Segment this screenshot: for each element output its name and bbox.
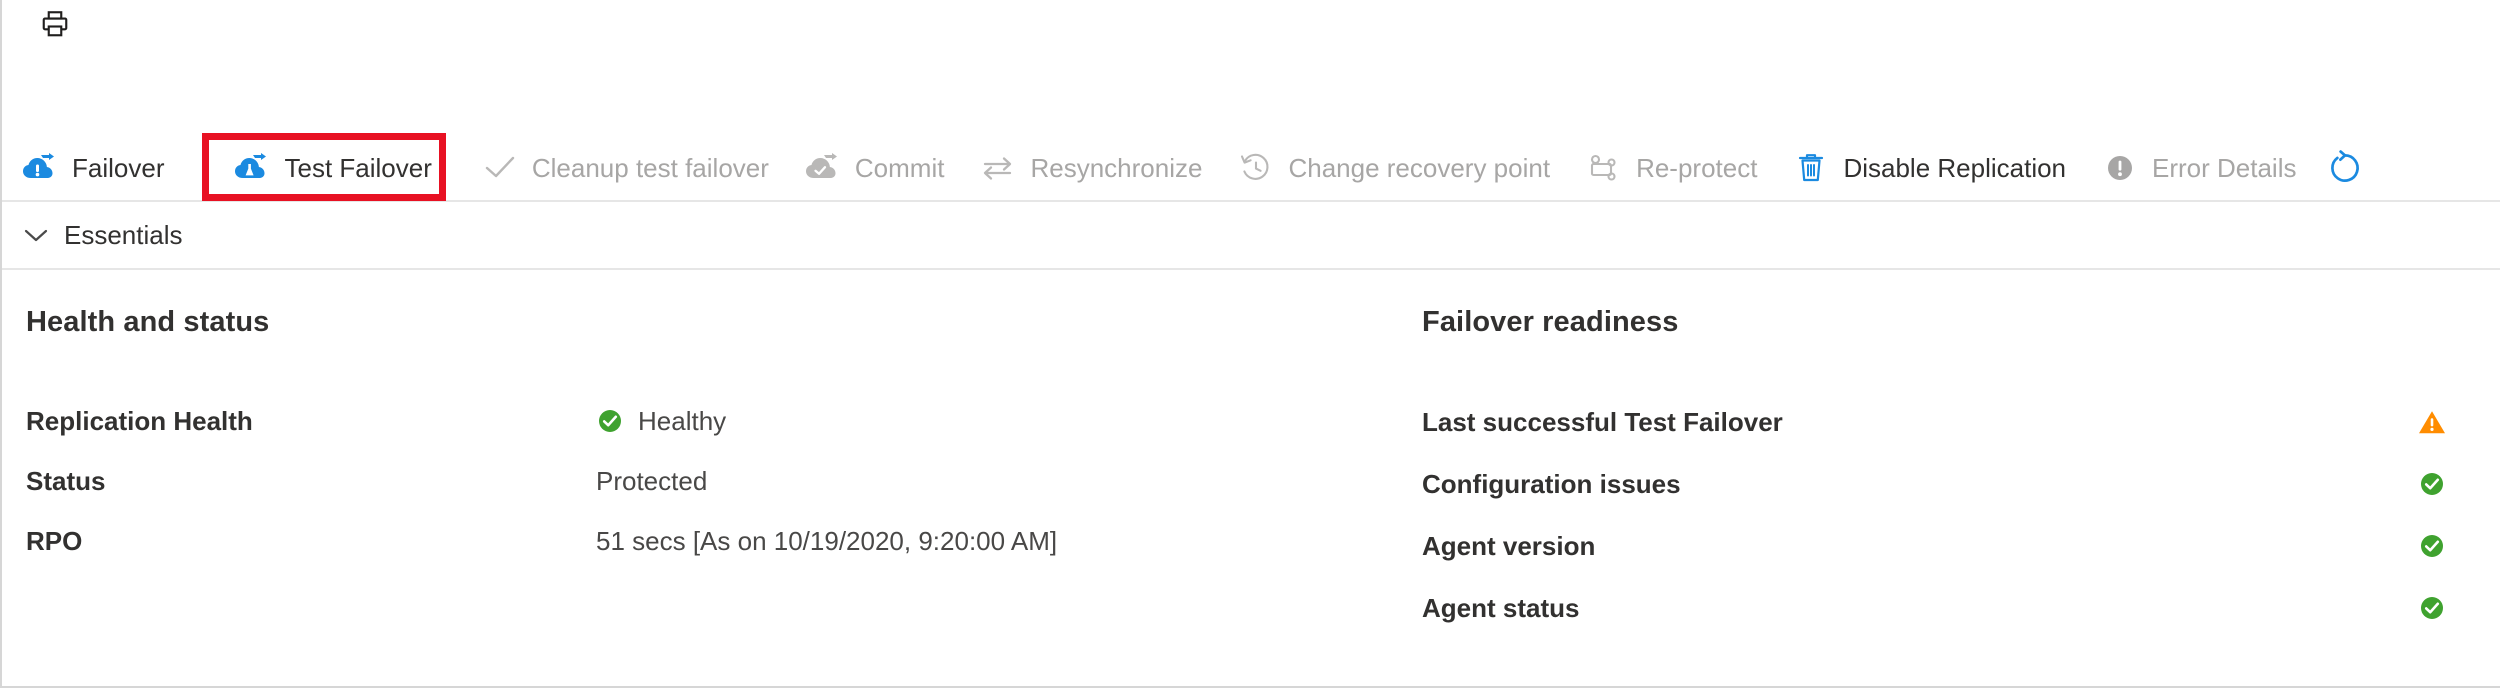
health-and-status-section: Health and status Replication Health Hea… [2, 268, 1422, 686]
essentials-label: Essentials [64, 219, 183, 250]
command-error-details-label: Error Details [2152, 152, 2297, 183]
row-status: Status Protected [26, 451, 1422, 511]
essentials-toggle[interactable]: Essentials [2, 202, 2500, 268]
command-failover-label: Failover [72, 152, 165, 183]
command-resynchronize: Resynchronize [974, 145, 1218, 191]
failover-cloud-icon [20, 150, 60, 186]
command-re-protect: Re-protect [1580, 145, 1773, 191]
command-error-details: Error Details [2096, 145, 2312, 191]
command-change-recovery-point: Change recovery point [1232, 145, 1566, 191]
agent-version-label: Agent version [1422, 530, 1596, 561]
green-check-icon [2412, 470, 2452, 498]
last-successful-test-failover-label: Last successful Test Failover [1422, 406, 1783, 437]
refresh-icon [2330, 150, 2359, 182]
replication-health-value-cell: Healthy [596, 406, 726, 437]
command-re-protect-label: Re-protect [1636, 152, 1758, 183]
resynchronize-arrows-icon [978, 150, 1018, 186]
command-cleanup-test-failover: Cleanup test failover [476, 145, 785, 191]
print-button[interactable] [38, 8, 72, 40]
row-configuration-issues: Configuration issues [1422, 453, 2452, 515]
partial-blue-icon-2: ● [2, 34, 8, 52]
refresh-button[interactable] [2319, 145, 2371, 191]
failover-readiness-title: Failover readiness [1422, 306, 1679, 338]
trash-icon [1791, 150, 1831, 186]
orange-warning-icon [2412, 408, 2452, 436]
commit-cloud-check-icon [803, 150, 843, 186]
azure-site-recovery-panel: ● ● Failover [0, 0, 2500, 688]
rpo-value: 51 secs [As on 10/19/2020, 9:20:00 AM] [596, 525, 1058, 556]
command-disable-replication[interactable]: Disable Replication [1787, 145, 2082, 191]
row-last-successful-test-failover: Last successful Test Failover [1422, 391, 2452, 453]
chevron-down-icon [16, 220, 56, 250]
command-commit: Commit [799, 145, 961, 191]
test-failover-cloud-icon [232, 150, 272, 186]
command-test-failover-label: Test Failover [284, 152, 432, 183]
command-commit-label: Commit [854, 152, 945, 183]
status-key: Status [26, 465, 106, 496]
status-value: Protected [596, 465, 708, 496]
command-cleanup-test-failover-label: Cleanup test failover [531, 152, 769, 183]
history-clock-icon [1236, 150, 1276, 186]
row-rpo: RPO 51 secs [As on 10/19/2020, 9:20:00 A… [26, 511, 1422, 571]
row-replication-health: Replication Health Healthy [26, 391, 1422, 451]
green-check-icon [2412, 594, 2452, 622]
checkmark-icon [480, 150, 520, 186]
print-icon [42, 11, 68, 37]
failover-readiness-section: Failover readiness Last successful Test … [1422, 268, 2500, 686]
green-check-icon [596, 407, 624, 435]
command-bar: Failover Test Failover Cleanup test fail… [2, 138, 2500, 198]
command-failover[interactable]: Failover [16, 145, 180, 191]
command-test-failover[interactable]: Test Failover [228, 145, 447, 191]
status-value-cell: Protected [596, 466, 707, 497]
essentials-content: Health and status Replication Health Hea… [2, 268, 2500, 686]
re-protect-icon [1584, 150, 1624, 186]
top-toolbar: ● ● [2, 0, 2500, 75]
replication-health-value: Healthy [638, 405, 727, 436]
command-change-recovery-point-label: Change recovery point [1288, 152, 1551, 183]
error-circle-icon [2100, 150, 2140, 186]
green-check-icon [2412, 532, 2452, 560]
row-agent-version: Agent version [1422, 515, 2452, 577]
configuration-issues-label: Configuration issues [1422, 468, 1681, 499]
replication-health-key: Replication Health [26, 405, 253, 436]
partial-blue-icon-1: ● [2, 8, 8, 26]
row-agent-status: Agent status [1422, 577, 2452, 639]
rpo-value-cell: 51 secs [As on 10/19/2020, 9:20:00 AM] [596, 526, 1057, 557]
command-disable-replication-label: Disable Replication [1843, 152, 2067, 183]
health-and-status-title: Health and status [26, 306, 270, 338]
agent-status-label: Agent status [1422, 592, 1580, 623]
command-resynchronize-label: Resynchronize [1030, 152, 1203, 183]
clipped-left-icons: ● ● [2, 8, 8, 54]
rpo-key: RPO [26, 525, 83, 556]
